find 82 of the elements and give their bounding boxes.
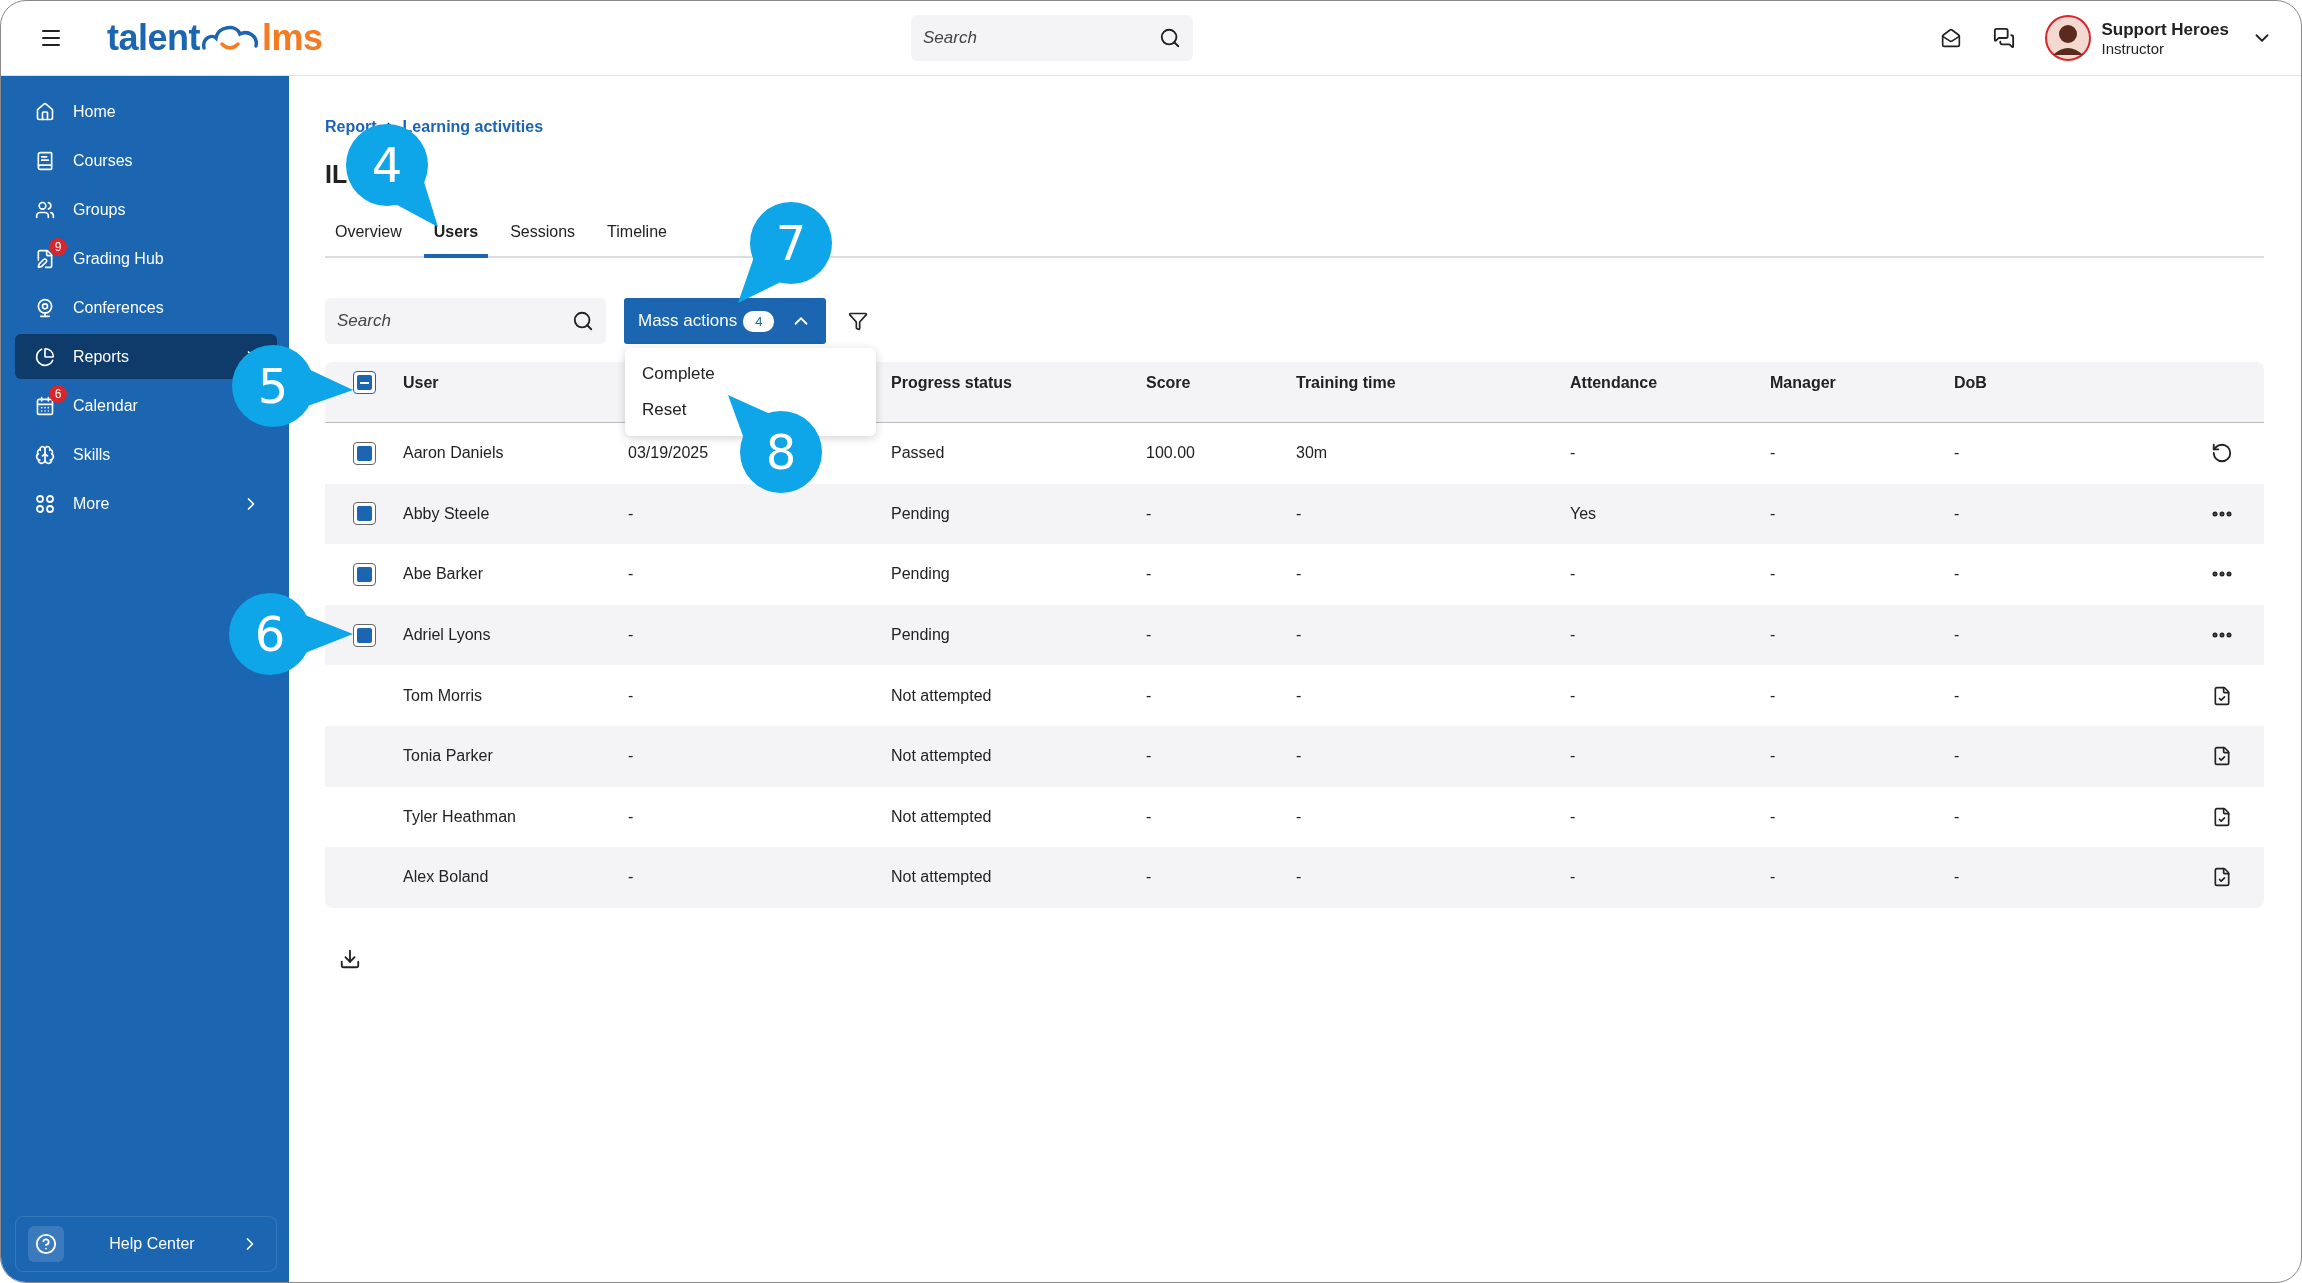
table-cell: - [628, 565, 634, 584]
table-cell: 03/19/2025 [628, 444, 709, 463]
table-cell: Not attempted [891, 868, 992, 887]
table-cell: Not attempted [891, 807, 992, 826]
table-cell: - [1770, 565, 1776, 584]
table-cell: - [1296, 868, 1302, 887]
table-cell: - [1954, 807, 1960, 826]
table-cell: Passed [891, 444, 945, 463]
table-cell: - [1146, 504, 1152, 523]
table-cell: - [1296, 504, 1302, 523]
table-cell: - [1296, 626, 1302, 645]
table-cell: - [1954, 626, 1960, 645]
table-cell: - [1954, 686, 1960, 705]
table-cell: Pending [891, 626, 950, 645]
table-cell: - [1146, 565, 1152, 584]
table-cell: - [1570, 868, 1576, 887]
column-header: Training time [1296, 373, 1397, 392]
table-cell: - [1146, 747, 1152, 766]
table-cell: Abe Barker [403, 565, 484, 584]
count-badge: 6 [49, 385, 67, 403]
table-cell: - [1570, 747, 1576, 766]
table-cell: - [628, 686, 634, 705]
column-header: Score [1146, 373, 1192, 392]
table-cell: - [1570, 807, 1576, 826]
table-cell: - [1770, 626, 1776, 645]
table-cell: - [1770, 868, 1776, 887]
table-cell: - [628, 747, 634, 766]
column-header: Attendance [1570, 373, 1659, 392]
column-header: User [403, 373, 440, 392]
table-cell: - [1146, 686, 1152, 705]
table-cell: - [1770, 444, 1776, 463]
count-badge: 9 [49, 238, 67, 256]
table-cell: Alex Boland [403, 868, 489, 887]
table-cell: Abby Steele [403, 504, 490, 523]
user-role: Instructor [2101, 39, 2165, 57]
table-cell: - [1296, 565, 1302, 584]
table-cell: - [1296, 807, 1302, 826]
callout-number: 6 [254, 606, 286, 662]
table-cell: - [1954, 747, 1960, 766]
table-cell: - [1146, 626, 1152, 645]
table-cell: - [1954, 565, 1960, 584]
table-cell: Not attempted [891, 686, 992, 705]
table-cell: Tonia Parker [403, 747, 493, 766]
column-header: DoB [1954, 373, 1988, 392]
table-cell: - [1296, 747, 1302, 766]
table-cell: - [1570, 444, 1576, 463]
table-cell: Pending [891, 504, 950, 523]
table-cell: Tom Morris [403, 686, 483, 705]
table-cell: - [1146, 868, 1152, 887]
table-cell: 100.00 [1146, 444, 1195, 463]
table-cell: - [1954, 868, 1960, 887]
table-cell: - [1296, 686, 1302, 705]
callout-number: 8 [765, 424, 797, 480]
table-cell: - [1770, 807, 1776, 826]
table-cell: - [1570, 565, 1576, 584]
table-cell: - [1954, 504, 1960, 523]
table-cell: Yes [1570, 504, 1597, 523]
callout-number: 7 [775, 215, 807, 271]
page-title: IL [325, 160, 348, 189]
table-cell: Adriel Lyons [403, 626, 491, 645]
table-cell: - [628, 626, 634, 645]
table-cell: - [628, 868, 634, 887]
column-header: Progress status [891, 373, 1013, 392]
table-cell: - [1954, 444, 1960, 463]
table-cell: - [628, 807, 634, 826]
count-badge: 4 [743, 310, 775, 332]
table-cell: - [1770, 686, 1776, 705]
table-cell: - [628, 504, 634, 523]
table-cell: - [1570, 626, 1576, 645]
table-cell: Pending [891, 565, 950, 584]
table-cell: - [1570, 686, 1576, 705]
table-cell: Not attempted [891, 747, 992, 766]
table-cell: - [1146, 807, 1152, 826]
callout-number: 4 [371, 137, 403, 193]
table-cell: 30m [1296, 444, 1328, 463]
logo: talent lms [107, 20, 323, 56]
table-cell: Aaron Daniels [403, 444, 504, 463]
column-header: Manager [1770, 373, 1837, 392]
table-cell: Tyler Heathman [403, 807, 516, 826]
user-name: Support Heroes [2101, 19, 2229, 40]
table-cell: - [1770, 504, 1776, 523]
table-cell: - [1770, 747, 1776, 766]
